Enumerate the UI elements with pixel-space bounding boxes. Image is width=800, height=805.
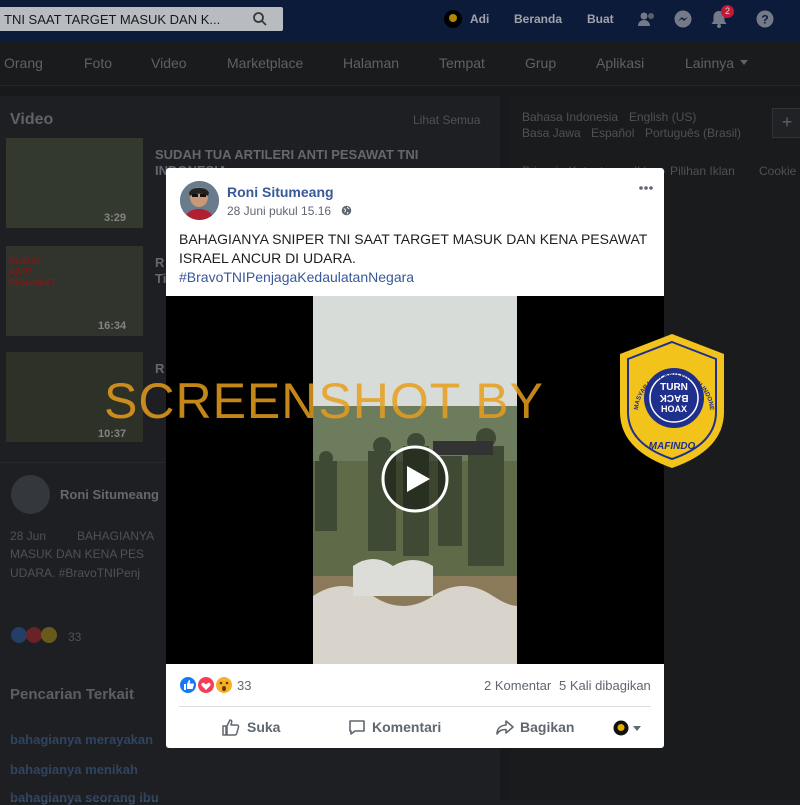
like-button[interactable]: Suka xyxy=(247,719,280,735)
post-text-line: ISRAEL ANCUR DI UDARA. xyxy=(179,250,356,266)
share-count-link[interactable]: 5 Kali dibagikan xyxy=(559,678,651,693)
svg-text:HOAX: HOAX xyxy=(661,404,687,414)
post-text: BAHAGIANYA SNIPER TNI SAAT TARGET MASUK … xyxy=(179,230,657,287)
like-icon[interactable] xyxy=(221,717,241,737)
post-text-line: BAHAGIANYA SNIPER TNI SAAT TARGET MASUK … xyxy=(179,231,648,247)
hashtag-link[interactable]: #BravoTNIPenjagaKedaulatanNegara xyxy=(179,268,657,287)
svg-text:TURN: TURN xyxy=(660,382,688,393)
svg-text:MAFINDO: MAFINDO xyxy=(649,441,696,452)
globe-icon xyxy=(341,205,352,216)
comment-count-link[interactable]: 2 Komentar xyxy=(484,678,551,693)
chevron-down-icon[interactable] xyxy=(633,726,641,731)
avatar[interactable] xyxy=(180,181,219,220)
watermark-text: SCREENSHOT BY xyxy=(104,373,544,429)
share-button[interactable]: Bagikan xyxy=(520,719,574,735)
more-options-icon[interactable] xyxy=(638,183,654,193)
share-icon[interactable] xyxy=(495,717,515,737)
profile-selector-icon[interactable] xyxy=(613,720,629,736)
divider xyxy=(179,706,651,707)
post-timestamp[interactable]: 28 Juni pukul 15.16 xyxy=(227,204,331,218)
svg-text:BACK: BACK xyxy=(659,392,689,403)
reaction-icons[interactable] xyxy=(179,675,235,695)
comment-button[interactable]: Komentari xyxy=(372,719,441,735)
play-icon[interactable] xyxy=(380,444,450,514)
mafindo-logo: TURN BACK HOAX MAFINDO MASYARAKAT ANTI F… xyxy=(616,332,724,468)
reaction-count[interactable]: 33 xyxy=(237,678,251,693)
post-author[interactable]: Roni Situmeang xyxy=(227,184,334,200)
comment-icon[interactable] xyxy=(347,717,367,737)
